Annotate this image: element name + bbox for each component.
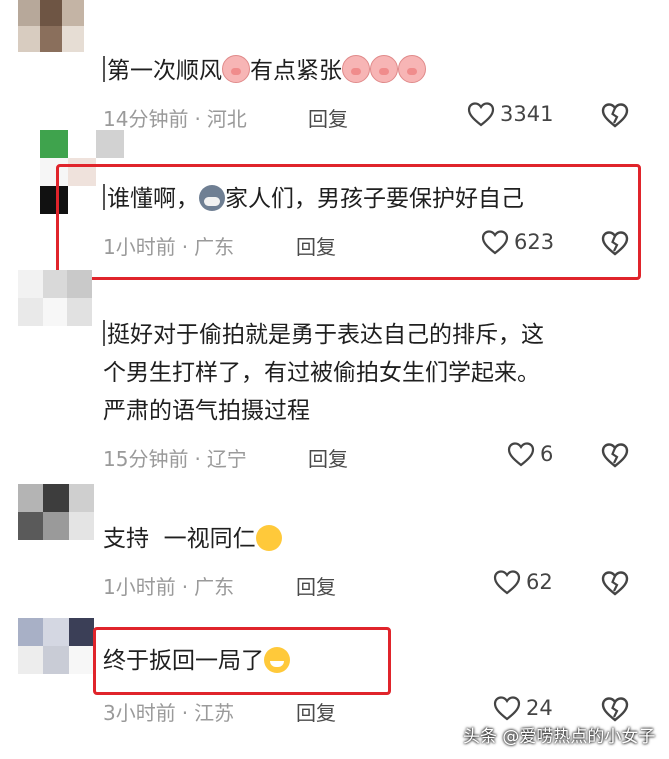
reply-button[interactable]: 回复 — [296, 231, 336, 260]
like-button[interactable]: 623 — [481, 229, 554, 255]
like-count: 62 — [526, 570, 553, 594]
separator: · — [194, 447, 201, 471]
broken-heart-icon — [601, 443, 629, 468]
comment-location: 辽宁 — [206, 447, 247, 471]
reply-button[interactable]: 回复 — [296, 571, 336, 600]
comment-time: 15分钟前 — [103, 447, 189, 471]
broken-heart-icon — [601, 103, 629, 128]
comment-time: 3小时前 — [103, 701, 176, 725]
comment-time: 14分钟前 — [103, 107, 189, 131]
heart-outline-icon — [493, 696, 521, 721]
pig-emoji-icon — [342, 55, 370, 83]
heart-outline-icon — [507, 442, 535, 467]
comment-text-part: 有点紧张 — [250, 58, 342, 84]
comment-text-part: 支持 一视同仁 — [103, 526, 256, 552]
reply-button[interactable]: 回复 — [308, 103, 348, 132]
like-button[interactable]: 24 — [493, 695, 553, 721]
avatar[interactable] — [18, 270, 92, 326]
like-button[interactable]: 3341 — [467, 101, 553, 127]
comment-meta: 1小时前 · 广东 — [103, 571, 234, 600]
comment-text-part: 谁懂啊， — [107, 186, 199, 212]
wolf-emoji-icon — [199, 185, 225, 211]
avatar[interactable] — [18, 618, 94, 674]
heart-outline-icon — [467, 102, 495, 127]
comment-location: 河北 — [206, 107, 247, 131]
reply-button[interactable]: 回复 — [308, 443, 348, 472]
comment-text-line: 个男生打样了，有过被偷拍女生们学起来。 — [103, 360, 540, 386]
separator: · — [181, 235, 189, 259]
like-button[interactable]: 62 — [493, 569, 553, 595]
comment-meta: 1小时前 · 广东 — [103, 231, 234, 260]
comment-text: 终于扳回一局了 — [103, 642, 290, 680]
broken-heart-icon — [601, 571, 629, 596]
smirk-emoji-icon — [255, 525, 282, 551]
heart-outline-icon — [493, 570, 521, 595]
dislike-button[interactable] — [600, 229, 630, 261]
comment-text-part: 家人们，男孩子要保护好自己 — [225, 186, 524, 212]
comment-text-part: 终于扳回一局了 — [103, 648, 264, 674]
grin-sweat-emoji-icon — [264, 647, 290, 673]
comment-text-part: 第一次顺风 — [107, 58, 222, 84]
avatar[interactable] — [18, 484, 94, 540]
text-cursor — [103, 320, 105, 346]
reply-button[interactable]: 回复 — [296, 697, 336, 726]
watermark: 头条 @爱唠热点的小女子 — [463, 727, 656, 747]
comment-location: 广东 — [194, 235, 235, 259]
comment-time: 1小时前 — [103, 575, 176, 599]
heart-outline-icon — [481, 230, 509, 255]
separator: · — [181, 701, 189, 725]
like-count: 6 — [540, 442, 554, 466]
pig-emoji-icon — [222, 55, 250, 83]
like-count: 623 — [514, 230, 555, 254]
separator: · — [194, 107, 201, 131]
dislike-button[interactable] — [600, 101, 630, 133]
like-count: 24 — [526, 696, 553, 720]
comment-text-line: 挺好对于偷拍就是勇于表达自己的排斥，这 — [103, 316, 544, 354]
like-count: 3341 — [500, 102, 554, 126]
broken-heart-icon — [601, 697, 629, 722]
comment-location: 广东 — [194, 575, 235, 599]
pig-emoji-icon — [398, 55, 426, 83]
dislike-button[interactable] — [600, 569, 630, 601]
dislike-button[interactable] — [600, 441, 630, 473]
comment-meta: 3小时前 · 江苏 — [103, 697, 234, 726]
separator: · — [181, 575, 189, 599]
comment-text: 挺好对于偷拍就是勇于表达自己的排斥，这 个男生打样了，有过被偷拍女生们学起来。 … — [103, 316, 544, 430]
comment-text: 支持 一视同仁 — [103, 520, 282, 558]
text-cursor — [103, 184, 105, 210]
comment-time: 1小时前 — [103, 235, 176, 259]
comment-text-part: 挺好对于偷拍就是勇于表达自己的排斥，这 — [107, 322, 544, 348]
comment-text-line: 严肃的语气拍摄过程 — [103, 398, 310, 424]
comment-meta: 15分钟前 · 辽宁 — [103, 443, 247, 472]
comment-text: 第一次顺风 有点紧张 — [103, 52, 426, 90]
pig-emoji-icon — [370, 55, 398, 83]
comment-meta: 14分钟前 · 河北 — [103, 103, 247, 132]
text-cursor — [103, 56, 105, 82]
broken-heart-icon — [601, 231, 629, 256]
avatar[interactable] — [18, 0, 84, 52]
comment-location: 江苏 — [194, 701, 235, 725]
comment-text: 谁懂啊， 家人们，男孩子要保护好自己 — [103, 180, 524, 218]
like-button[interactable]: 6 — [507, 441, 553, 467]
